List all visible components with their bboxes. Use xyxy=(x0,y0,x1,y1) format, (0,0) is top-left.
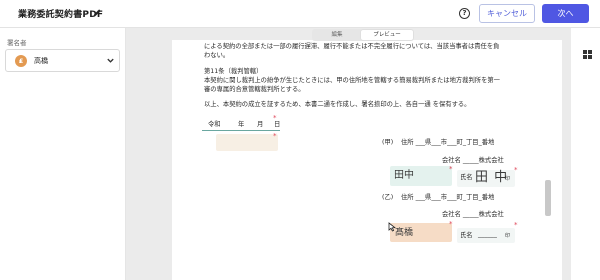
signer-avatar: ₤ xyxy=(15,55,27,67)
help-icon[interactable]: ? xyxy=(459,8,470,19)
cursor-icon xyxy=(388,222,396,232)
body-text-line: わない。 xyxy=(204,52,230,59)
party-b-name-line: ______ xyxy=(478,231,497,238)
app-header: 業務委託契約書PDF ? キャンセル 次へ xyxy=(0,0,600,28)
party-a-signature-field[interactable]: 田中 xyxy=(390,166,452,186)
party-b-name-field[interactable]: 氏名 ______ 印 xyxy=(457,228,515,243)
party-a-seal: 印 xyxy=(505,176,511,182)
required-marker: * xyxy=(449,220,453,228)
body-text-line: による契約の全部または一部の履行遅滞、履行不能または不完全履行については、当該当… xyxy=(204,43,500,50)
date-year-label: 年 xyxy=(238,121,245,128)
signer-select[interactable]: ₤ 高橋 xyxy=(5,49,120,72)
tab-preview[interactable]: プレビュー xyxy=(361,30,413,40)
party-a-label: (甲) xyxy=(382,139,394,146)
required-marker: * xyxy=(514,221,518,229)
document-title: 業務委託契約書PDF xyxy=(18,10,104,20)
date-day-label: 日 xyxy=(274,121,281,128)
signer-name: 高橋 xyxy=(34,57,48,65)
party-b-seal: 印 xyxy=(505,233,511,239)
signer-section-label: 署名者 xyxy=(7,39,27,47)
document-viewer: による契約の全部または一部の履行遅滞、履行不能または不完全履行については、当該当… xyxy=(126,28,571,280)
party-a-name-label: 氏名 xyxy=(460,174,473,181)
party-b-name-label: 氏名 xyxy=(460,232,473,239)
cancel-button[interactable]: キャンセル xyxy=(479,4,535,23)
party-a-name-field[interactable]: 氏名 田 中 印 xyxy=(457,170,515,187)
viewer-scrollbar[interactable] xyxy=(545,180,551,216)
chevron-down-icon xyxy=(107,58,114,63)
party-b-address: 住所 ___県___市___町_丁目_番地 xyxy=(401,194,495,201)
party-a-company: 会社名 _____株式会社 xyxy=(442,157,504,164)
required-marker: * xyxy=(273,132,277,140)
view-mode-toggle: 編集 プレビュー xyxy=(312,29,414,41)
party-a-address: 住所 ___県___市___町_丁目_番地 xyxy=(401,139,495,146)
document-page: による契約の全部または一部の履行遅滞、履行不能または不完全履行については、当該当… xyxy=(172,40,562,280)
party-b-company: 会社名 _____株式会社 xyxy=(442,211,504,218)
party-b-label: (乙) xyxy=(382,194,394,201)
article-text-line: 審の専属的合意管轄裁判所とする。 xyxy=(204,86,305,93)
date-input-field[interactable] xyxy=(216,134,278,151)
article-title: 第11条（裁判管轄） xyxy=(204,68,263,75)
party-b-signature-text: 髙橋 xyxy=(395,228,414,238)
pencil-icon[interactable] xyxy=(93,8,102,17)
party-a-name-handwritten: 田 中 xyxy=(475,170,509,185)
grid-view-icon[interactable] xyxy=(583,50,592,59)
required-marker: * xyxy=(449,165,453,173)
tab-edit[interactable]: 編集 xyxy=(312,29,362,41)
next-button[interactable]: 次へ xyxy=(542,4,589,23)
date-era: 令和 xyxy=(208,121,221,128)
party-a-signature-text: 田中 xyxy=(394,170,414,181)
article-text-line: 本契約に関し裁判上の紛争が生じたときには、甲の住所地を管轄する簡易裁判所または地… xyxy=(204,77,500,84)
date-underline xyxy=(202,130,280,131)
required-marker: * xyxy=(514,166,518,174)
date-month-label: 月 xyxy=(257,121,264,128)
party-b-signature-field[interactable]: 髙橋 xyxy=(390,223,452,242)
closing-statement: 以上、本契約の成立を証するため、本書二通を作成し、署名捺印の上、各自一通 を保有… xyxy=(204,101,471,108)
signer-sidebar: 署名者 ₤ 高橋 xyxy=(0,28,126,280)
